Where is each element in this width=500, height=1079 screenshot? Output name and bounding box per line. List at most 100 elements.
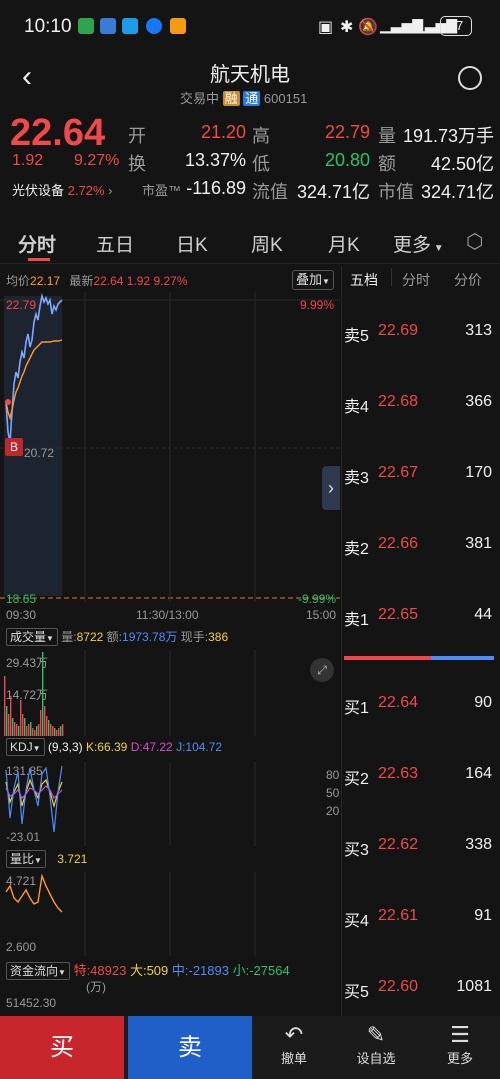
avg-label: 均价 [6, 274, 31, 288]
tab-price-dist[interactable]: 分价 [454, 270, 482, 290]
mcap-value: 324.71亿 [420, 182, 494, 202]
y-axis-mid: 20.72 [24, 446, 55, 460]
volume-bar [46, 716, 48, 736]
search-icon[interactable] [458, 66, 482, 90]
dropdown-icon: ▼ [46, 634, 54, 643]
level-volume: 381 [465, 535, 492, 552]
add-watchlist-label: 设自选 [356, 1051, 396, 1066]
kdj-indicator-select[interactable]: KDJ▼ [6, 738, 45, 756]
buy-level-row[interactable]: 买5 22.60 1081 [342, 978, 500, 1001]
amount-label: 额 [378, 154, 396, 174]
chart-legend: 均价22.17 最新22.64 1.92 9.27% [6, 272, 188, 289]
tab-weekly-k[interactable]: 周K [251, 230, 283, 257]
period-tabs: 分时 五日 日K 周K 月K 更多 ▼ ⬡ [0, 218, 500, 264]
bid-ask-ratio-bar [344, 656, 494, 660]
tab-ticks[interactable]: 分时 [402, 270, 430, 290]
sell-button[interactable]: 卖 [128, 1016, 252, 1079]
flow-medium: 中:-21893 [171, 963, 229, 978]
sell-level-row[interactable]: 卖1 22.65 44 [342, 606, 500, 629]
overlay-button[interactable]: 叠加▼ [292, 270, 334, 290]
volume-bar [48, 720, 50, 736]
volume-chart [4, 650, 256, 736]
margin-badge: 融 [222, 91, 240, 106]
cancel-order-button[interactable]: ↶ 撤单 [262, 1022, 326, 1067]
buy-level-row[interactable]: 买4 22.61 91 [342, 907, 500, 930]
tab-daily-k[interactable]: 日K [176, 230, 208, 257]
sell-level-row[interactable]: 卖2 22.66 381 [342, 535, 500, 558]
kdj-j: J:104.72 [176, 740, 223, 754]
buy-button[interactable]: 买 [0, 1016, 124, 1079]
message-icon [122, 18, 138, 34]
volume-bar [36, 726, 38, 736]
volume-bar [42, 652, 44, 736]
amount-value: 42.50亿 [430, 154, 494, 174]
sector-link[interactable]: 光伏设备 2.72% › [12, 180, 112, 199]
sector-pct: 2.72% [67, 183, 105, 198]
sell-level-row[interactable]: 卖5 22.69 313 [342, 322, 500, 345]
vol-qty-label: 量: [61, 630, 77, 644]
volume-bar [54, 728, 56, 736]
add-watchlist-button[interactable]: ✎ 设自选 [344, 1022, 408, 1067]
orderbook-tabs: 五档 分时 分价 [342, 266, 500, 292]
volume-bar [34, 730, 36, 736]
app-notification-icon [100, 18, 116, 34]
y-axis-low: 18.65 [6, 592, 37, 606]
fund-flow-select[interactable]: 资金流向▼ [6, 962, 70, 980]
flow-super-large: 特:48923 [73, 963, 127, 978]
volume-ratio-label: 量比 [10, 852, 35, 866]
level-volume: 164 [465, 765, 492, 782]
tab-intraday[interactable]: 分时 [18, 230, 56, 257]
sell-level-row[interactable]: 卖4 22.68 366 [342, 393, 500, 416]
bottom-action-bar: 买 卖 ↶ 撤单 ✎ 设自选 ☰ 更多 [0, 1016, 500, 1079]
low-value: 20.80 [324, 150, 370, 170]
high-value: 22.79 [324, 122, 370, 142]
turnover-label: 换 [128, 154, 146, 174]
tab-monthly-k[interactable]: 月K [328, 230, 360, 257]
sell-level-row[interactable]: 卖3 22.67 170 [342, 464, 500, 487]
volume-bar [60, 726, 62, 736]
kdj-j-line [5, 765, 63, 833]
volume-bar [12, 718, 14, 736]
kdj-params: (9,3,3) [47, 740, 83, 754]
mute-icon: 🔕 [358, 19, 378, 36]
y-axis-high: 22.79 [6, 298, 37, 312]
tab-more[interactable]: 更多 ▼ [393, 230, 444, 257]
price-change: 1.92 [12, 152, 44, 169]
latest-pct: 9.27% [153, 274, 188, 288]
price-change-pct: 9.27% [74, 152, 120, 169]
volume-ratio-legend: 量比▼ 3.721 [6, 850, 87, 868]
volume-indicator-select[interactable]: 成交量▼ [6, 628, 58, 646]
expand-orderbook-icon[interactable]: › [322, 466, 340, 510]
kdj-indicator-label: KDJ [10, 740, 33, 754]
dropdown-icon: ▼ [32, 744, 41, 753]
volume-ratio-chart [5, 872, 256, 956]
edit-icon: ✎ [366, 1022, 386, 1047]
volume-bar [44, 706, 46, 736]
more-button[interactable]: ☰ 更多 [428, 1022, 492, 1067]
volume-bar [62, 724, 64, 736]
kdj-k: K:66.39 [85, 740, 128, 754]
flow-small: 小:-27564 [232, 963, 290, 978]
app-notification-icon [78, 18, 94, 34]
settings-hexagon-icon[interactable]: ⬡ [466, 229, 483, 254]
float-value: 324.71亿 [296, 182, 370, 202]
bluetooth-icon: ✱ [340, 19, 354, 36]
level-volume: 1081 [456, 978, 492, 995]
vol-qty: 8722 [76, 630, 104, 644]
volume-bar [6, 706, 8, 736]
tab-five-levels[interactable]: 五档 [350, 270, 378, 290]
buy-level-row[interactable]: 买3 22.62 338 [342, 836, 500, 859]
buy-level-row[interactable]: 买2 22.63 164 [342, 765, 500, 788]
kdj-chart [5, 762, 256, 846]
buy-level-row[interactable]: 买1 22.64 90 [342, 694, 500, 717]
flow-unit: (万) [86, 980, 106, 994]
stock-header: ‹ 航天机电 交易中 融 通 600151 [0, 52, 500, 112]
battery-icon: 37 [440, 16, 472, 36]
volume-ratio-select[interactable]: 量比▼ [6, 850, 46, 868]
level-volume: 338 [465, 836, 492, 853]
tab-five-day[interactable]: 五日 [96, 230, 134, 257]
order-book: 五档 分时 分价 卖5 22.69 313 卖4 22.68 366 卖3 22.67 170 卖… [341, 266, 500, 1016]
volume-bar [56, 730, 58, 736]
volume-bar [8, 714, 10, 736]
pe-label: 市盈™ [142, 183, 182, 198]
